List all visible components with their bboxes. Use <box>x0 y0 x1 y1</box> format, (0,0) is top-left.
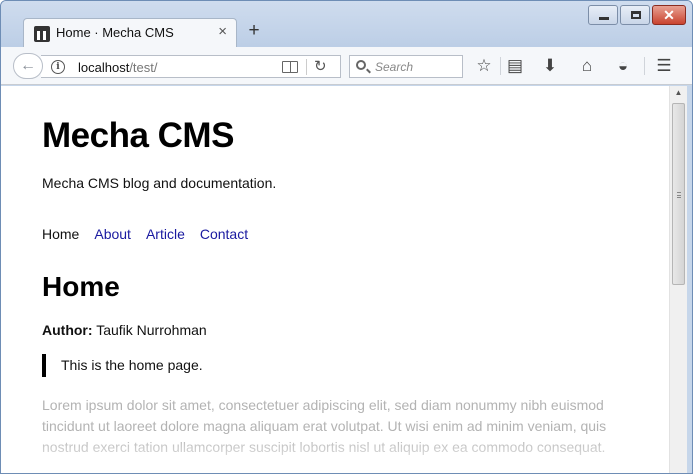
author-line: Author: Taufik Nurrohman <box>42 322 207 338</box>
title-bar: Home · Mecha CMS × + ✕ <box>1 1 692 47</box>
downloads-icon[interactable]: ⬇ <box>539 55 561 77</box>
navigation-toolbar: i localhost/test/ ↻ ← Search ☆ ▤ ⬇ ⌂ ◒ ☰ <box>1 47 692 85</box>
site-info-icon[interactable]: i <box>51 60 65 74</box>
window-controls: ✕ <box>588 5 686 25</box>
page-heading: Home <box>42 271 120 302</box>
reload-icon[interactable]: ↻ <box>314 57 327 75</box>
browser-window: Home · Mecha CMS × + ✕ i localhost/test/… <box>0 0 693 474</box>
author-label: Author: <box>42 322 93 338</box>
site-nav: Home About Article Contact <box>42 226 248 242</box>
author-name: Taufik Nurrohman <box>96 322 207 338</box>
maximize-button[interactable] <box>620 5 650 25</box>
minimize-icon <box>599 17 609 20</box>
url-text[interactable]: localhost/test/ <box>78 60 158 75</box>
close-icon: ✕ <box>663 7 675 23</box>
back-button[interactable]: ← <box>13 53 43 79</box>
site-title: Mecha CMS <box>42 116 234 155</box>
tab-title: Home · Mecha CMS <box>56 25 174 40</box>
content-fade <box>1 435 669 473</box>
search-placeholder: Search <box>375 60 414 74</box>
nav-item-home[interactable]: Home <box>42 226 79 242</box>
url-bar[interactable]: i localhost/test/ ↻ <box>41 55 341 78</box>
nav-item-article[interactable]: Article <box>146 226 185 242</box>
maximize-icon <box>631 11 641 19</box>
bookmarks-list-icon[interactable]: ▤ <box>504 55 526 77</box>
search-icon <box>356 60 366 70</box>
page-quote: This is the home page. <box>42 354 203 377</box>
tab-close-icon[interactable]: × <box>218 23 227 41</box>
pocket-icon[interactable]: ◒ <box>612 55 634 77</box>
url-host: localhost <box>78 60 130 75</box>
scroll-up-arrow-icon[interactable]: ▲ <box>670 88 687 97</box>
close-window-button[interactable]: ✕ <box>652 5 686 25</box>
mecha-favicon-icon <box>34 26 50 42</box>
page-viewport: Mecha CMS Mecha CMS blog and documentati… <box>1 86 669 473</box>
bookmark-star-icon[interactable]: ☆ <box>473 55 495 77</box>
reader-view-icon[interactable] <box>282 61 298 73</box>
toolbar-separator <box>500 57 501 75</box>
tab-home[interactable]: Home · Mecha CMS × <box>23 18 237 47</box>
minimize-button[interactable] <box>588 5 618 25</box>
menu-icon[interactable]: ☰ <box>653 55 675 77</box>
scroll-grip-icon <box>677 192 681 198</box>
scroll-thumb[interactable] <box>672 103 685 285</box>
nav-item-contact[interactable]: Contact <box>200 226 248 242</box>
url-divider <box>306 59 307 75</box>
search-input[interactable]: Search <box>349 55 463 78</box>
home-icon[interactable]: ⌂ <box>576 55 598 77</box>
vertical-scrollbar[interactable]: ▲ <box>669 86 687 473</box>
url-path: /test/ <box>129 60 158 75</box>
site-description: Mecha CMS blog and documentation. <box>42 175 277 191</box>
toolbar-separator <box>644 57 645 75</box>
nav-item-about[interactable]: About <box>94 226 131 242</box>
new-tab-button[interactable]: + <box>244 20 264 42</box>
